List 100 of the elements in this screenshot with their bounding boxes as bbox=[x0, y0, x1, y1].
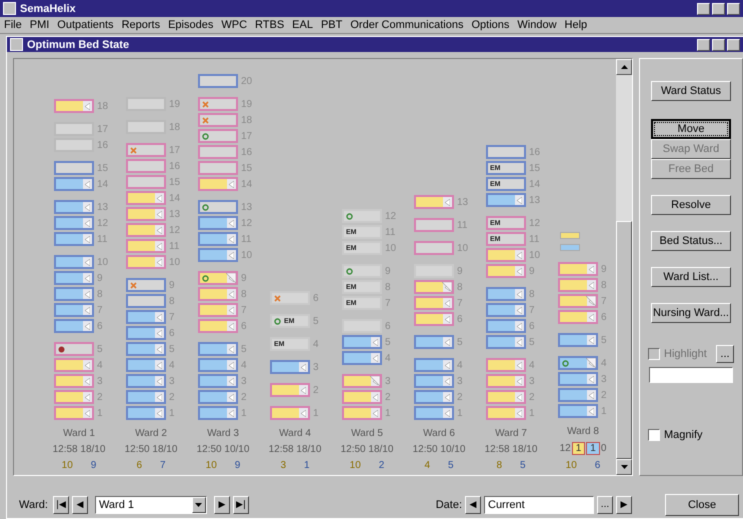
bed-tile[interactable] bbox=[198, 145, 238, 159]
bed-tile[interactable] bbox=[54, 122, 94, 136]
bed-tile[interactable] bbox=[198, 319, 238, 333]
bed-tile[interactable] bbox=[198, 287, 238, 301]
bed-tile[interactable] bbox=[414, 280, 454, 294]
bed-tile[interactable] bbox=[126, 159, 166, 173]
bed-tile[interactable] bbox=[558, 310, 598, 324]
maximize-button[interactable] bbox=[712, 2, 725, 14]
close-button[interactable] bbox=[727, 2, 740, 14]
menu-item[interactable]: Order Communications bbox=[350, 19, 464, 31]
bed-tile[interactable] bbox=[414, 390, 454, 404]
bed-tile[interactable] bbox=[54, 271, 94, 285]
scrollbar[interactable] bbox=[616, 59, 632, 475]
menu-item[interactable]: PMI bbox=[30, 19, 50, 31]
previous-button[interactable]: ◀ bbox=[465, 496, 481, 514]
menu-item[interactable]: WPC bbox=[221, 19, 248, 31]
bed-tile[interactable] bbox=[126, 374, 166, 388]
menu-item[interactable]: Window bbox=[517, 19, 557, 31]
bed-tile[interactable] bbox=[414, 296, 454, 310]
scroll-up-icon[interactable] bbox=[620, 65, 628, 69]
next-button[interactable]: ▶ bbox=[214, 496, 230, 514]
bed-tile[interactable] bbox=[414, 241, 454, 255]
bed-tile[interactable] bbox=[414, 218, 454, 232]
bed-tile[interactable] bbox=[126, 342, 166, 356]
menu-item[interactable]: Options bbox=[471, 19, 510, 31]
bed-tile[interactable] bbox=[342, 209, 382, 223]
bed-tile[interactable] bbox=[54, 358, 94, 372]
bed-tile[interactable] bbox=[54, 374, 94, 388]
bed-tile[interactable] bbox=[198, 406, 238, 420]
bed-tile[interactable] bbox=[270, 383, 310, 397]
bed-tile[interactable] bbox=[126, 406, 166, 420]
bed-tile[interactable] bbox=[270, 360, 310, 374]
close-button[interactable]: Close bbox=[665, 494, 739, 516]
bed-tile[interactable] bbox=[54, 138, 94, 152]
bed-tile[interactable] bbox=[342, 374, 382, 388]
bed-tile[interactable] bbox=[342, 264, 382, 278]
menu-item[interactable]: Reports bbox=[122, 19, 160, 31]
bed-tile[interactable] bbox=[414, 358, 454, 372]
bed-tile[interactable] bbox=[126, 191, 166, 205]
bed-tile[interactable] bbox=[558, 388, 598, 402]
bed-tile[interactable] bbox=[270, 291, 310, 305]
bed-tile[interactable] bbox=[270, 406, 310, 420]
browse-button[interactable]: ... bbox=[597, 496, 613, 514]
bed-tile[interactable] bbox=[414, 312, 454, 326]
bed-tile[interactable] bbox=[54, 177, 94, 191]
maximize-button[interactable] bbox=[712, 38, 725, 50]
menu-item[interactable]: File bbox=[4, 19, 22, 31]
bed-tile[interactable] bbox=[558, 372, 598, 386]
first-button[interactable]: |◀ bbox=[52, 496, 69, 514]
side-button[interactable]: Nursing Ward... bbox=[651, 303, 731, 323]
menu-item[interactable]: Help bbox=[564, 19, 588, 31]
bed-tile[interactable] bbox=[126, 310, 166, 324]
bed-tile[interactable] bbox=[558, 404, 598, 418]
bed-tile[interactable] bbox=[198, 161, 238, 175]
bed-tile[interactable] bbox=[54, 342, 94, 356]
app-icon[interactable] bbox=[3, 2, 16, 15]
close-button[interactable] bbox=[727, 38, 740, 50]
bed-tile[interactable] bbox=[198, 97, 238, 111]
menu-item[interactable]: Outpatients bbox=[57, 19, 114, 31]
bed-tile[interactable] bbox=[198, 74, 238, 88]
side-button[interactable]: Ward Status bbox=[651, 81, 731, 101]
bed-tile[interactable] bbox=[198, 358, 238, 372]
bed-tile[interactable] bbox=[342, 335, 382, 349]
scroll-down-icon[interactable] bbox=[620, 465, 628, 469]
bed-tile[interactable] bbox=[198, 232, 238, 246]
bed-tile[interactable] bbox=[558, 278, 598, 292]
bed-tile[interactable] bbox=[486, 145, 526, 159]
bed-tile[interactable] bbox=[198, 177, 238, 191]
bed-tile[interactable] bbox=[54, 216, 94, 230]
input-field[interactable] bbox=[649, 367, 733, 383]
bed-tile[interactable] bbox=[486, 374, 526, 388]
minimize-button[interactable] bbox=[697, 38, 710, 50]
bed-tile[interactable] bbox=[126, 97, 166, 111]
bed-tile[interactable] bbox=[198, 390, 238, 404]
side-button[interactable]: Ward List... bbox=[651, 267, 731, 287]
bed-tile[interactable] bbox=[54, 287, 94, 301]
bed-tile[interactable] bbox=[486, 358, 526, 372]
bed-tile[interactable] bbox=[126, 326, 166, 340]
bed-tile[interactable] bbox=[126, 143, 166, 157]
bed-tile[interactable] bbox=[198, 303, 238, 317]
bed-tile[interactable] bbox=[54, 200, 94, 214]
bed-tile[interactable] bbox=[198, 271, 238, 285]
bed-tile[interactable] bbox=[558, 333, 598, 347]
bed-tile[interactable] bbox=[198, 216, 238, 230]
bed-tile[interactable] bbox=[558, 356, 598, 370]
bed-tile[interactable] bbox=[54, 99, 94, 113]
bed-tile[interactable] bbox=[198, 200, 238, 214]
bed-tile[interactable] bbox=[126, 223, 166, 237]
bed-tile[interactable] bbox=[198, 248, 238, 262]
bed-tile[interactable] bbox=[126, 358, 166, 372]
date-field[interactable]: Current bbox=[484, 496, 594, 514]
bed-tile[interactable] bbox=[414, 335, 454, 349]
bed-tile[interactable] bbox=[342, 351, 382, 365]
bed-tile[interactable] bbox=[486, 319, 526, 333]
menu-item[interactable]: RTBS bbox=[255, 19, 284, 31]
previous-button[interactable]: ◀ bbox=[72, 496, 88, 514]
bed-tile[interactable] bbox=[126, 175, 166, 189]
last-button[interactable]: ▶| bbox=[232, 496, 249, 514]
bed-tile[interactable] bbox=[486, 303, 526, 317]
bed-tile[interactable] bbox=[342, 406, 382, 420]
